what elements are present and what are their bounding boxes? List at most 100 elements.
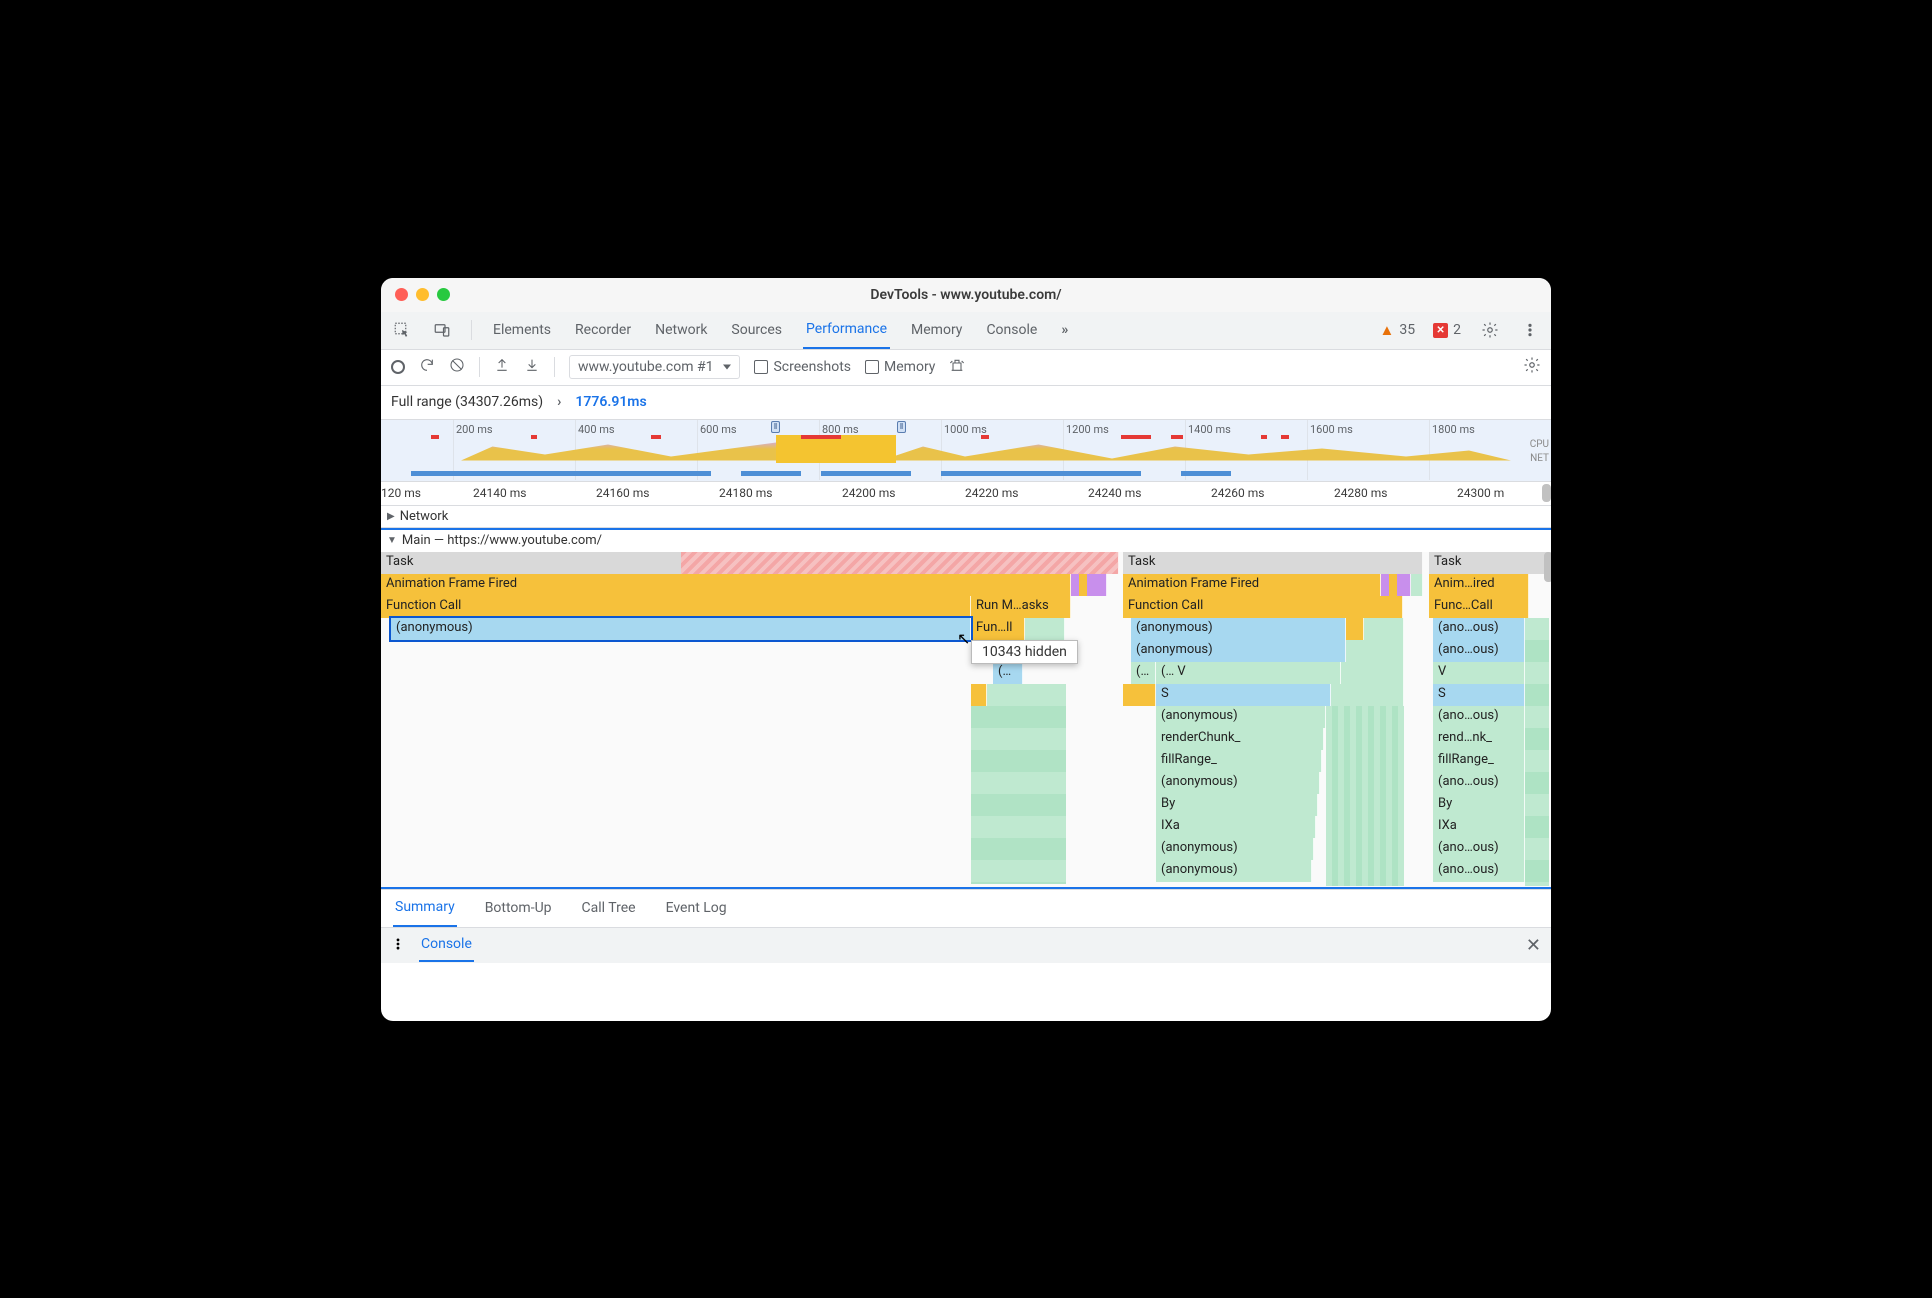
flame-function-call[interactable]: Function Call <box>381 596 971 618</box>
flame-seg[interactable]: (ano…ous) <box>1433 706 1525 728</box>
flame-seg[interactable]: V <box>1433 662 1525 684</box>
flame-seg[interactable] <box>1331 684 1404 706</box>
tab-bottom-up[interactable]: Bottom-Up <box>483 890 554 926</box>
flame-task[interactable]: Task <box>1123 552 1423 574</box>
flame-selected-anonymous[interactable]: (anonymous) <box>391 618 971 640</box>
clear-button[interactable] <box>449 357 465 377</box>
flame-task[interactable]: Task <box>1429 552 1549 574</box>
overview-marker[interactable]: ‖ <box>897 421 906 433</box>
main-track-header[interactable]: ▼ Main — https://www.youtube.com/ <box>381 530 1551 552</box>
flame-chart[interactable]: Task Animation Frame Fired Function Call… <box>381 552 1551 887</box>
flame-seg[interactable]: (ano…ous) <box>1433 860 1525 882</box>
flame-seg[interactable] <box>971 684 987 706</box>
errors-count: 2 <box>1453 322 1461 338</box>
flame-seg[interactable]: IXa <box>1433 816 1525 838</box>
flame-stack[interactable] <box>1326 706 1404 886</box>
flame-seg[interactable]: (ano…ous) <box>1433 640 1525 662</box>
flame-seg[interactable] <box>1397 574 1411 596</box>
flame-seg[interactable] <box>1346 618 1364 640</box>
flame-seg[interactable]: (anonymous) <box>1156 706 1326 728</box>
flame-seg[interactable]: (ano…ous) <box>1433 772 1525 794</box>
tab-call-tree[interactable]: Call Tree <box>580 890 638 926</box>
warnings-badge[interactable]: ▲ 35 <box>1380 321 1416 339</box>
flame-seg[interactable]: (anonymous) <box>1131 618 1346 640</box>
ruler-scroll-thumb[interactable] <box>1542 484 1551 502</box>
network-track-header[interactable]: ▶ Network <box>381 506 1551 528</box>
flame-seg[interactable]: (ano…ous) <box>1433 838 1525 860</box>
flame-seg[interactable]: S <box>1433 684 1525 706</box>
tab-performance[interactable]: Performance <box>803 311 890 349</box>
timeline-ruler[interactable]: 120 ms 24140 ms 24160 ms 24180 ms 24200 … <box>381 482 1551 506</box>
drawer-console-tab[interactable]: Console <box>419 928 474 962</box>
close-traffic-icon[interactable] <box>395 288 408 301</box>
minimize-traffic-icon[interactable] <box>416 288 429 301</box>
settings-gear-icon[interactable] <box>1479 319 1501 341</box>
flame-seg[interactable]: (anonymous) <box>1156 860 1312 882</box>
profile-select[interactable]: www.youtube.com #1 <box>569 355 740 379</box>
zoom-traffic-icon[interactable] <box>437 288 450 301</box>
flame-seg[interactable]: IXa <box>1156 816 1316 838</box>
flame-aff[interactable]: Anim…ired <box>1429 574 1529 596</box>
errors-badge[interactable]: ✕ 2 <box>1433 322 1461 338</box>
flame-run-microtasks[interactable]: Run M…asks <box>971 596 1071 618</box>
flame-seg[interactable] <box>1346 640 1404 662</box>
flame-seg[interactable]: (ano…ous) <box>1433 618 1525 640</box>
flame-long-task[interactable] <box>681 552 1119 574</box>
panel-settings-gear-icon[interactable] <box>1523 356 1541 378</box>
flame-seg[interactable] <box>1341 662 1404 684</box>
flame-stack[interactable] <box>1525 618 1549 886</box>
tab-elements[interactable]: Elements <box>490 312 554 348</box>
flame-seg[interactable] <box>1411 574 1423 596</box>
record-button[interactable] <box>391 360 405 374</box>
tab-summary[interactable]: Summary <box>393 889 457 927</box>
screenshots-checkbox[interactable]: Screenshots <box>754 359 851 375</box>
overview-marker[interactable]: ‖ <box>771 421 780 433</box>
flame-stack[interactable] <box>971 684 1066 884</box>
flame-seg[interactable] <box>1095 574 1107 596</box>
download-icon[interactable] <box>524 357 540 377</box>
flame-seg[interactable] <box>1123 684 1156 706</box>
device-toggle-icon[interactable] <box>431 319 453 341</box>
garbage-collect-icon[interactable] <box>949 357 965 377</box>
drawer-close-icon[interactable]: ✕ <box>1526 935 1541 956</box>
flame-seg[interactable]: Fun…ll <box>971 618 1025 640</box>
tab-event-log[interactable]: Event Log <box>664 890 729 926</box>
flame-seg[interactable]: (… <box>993 662 1023 684</box>
flame-seg[interactable]: fillRange_ <box>1433 750 1525 772</box>
more-tabs-icon[interactable]: » <box>1058 312 1071 348</box>
upload-icon[interactable] <box>494 357 510 377</box>
flame-seg[interactable]: By <box>1433 794 1525 816</box>
flame-seg[interactable]: By <box>1156 794 1318 816</box>
overview-strip[interactable]: 200 ms 400 ms 600 ms 800 ms 1000 ms 1200… <box>381 420 1551 482</box>
selected-range-label[interactable]: 1776.91ms <box>575 394 646 410</box>
drawer-kebab-icon[interactable] <box>391 936 405 955</box>
flame-aff[interactable]: Animation Frame Fired <box>381 574 1071 596</box>
kebab-menu-icon[interactable] <box>1519 319 1541 341</box>
tab-recorder[interactable]: Recorder <box>572 312 634 348</box>
memory-checkbox[interactable]: Memory <box>865 359 935 375</box>
flame-seg[interactable]: renderChunk_ <box>1156 728 1324 750</box>
flame-seg[interactable]: rend…nk_ <box>1433 728 1525 750</box>
flame-seg[interactable] <box>1364 618 1404 640</box>
flame-seg[interactable] <box>1025 618 1065 640</box>
reload-button[interactable] <box>419 357 435 377</box>
flame-seg[interactable]: (… <box>1131 662 1156 684</box>
tab-console[interactable]: Console <box>983 312 1040 348</box>
flame-scroll-thumb[interactable] <box>1544 552 1551 582</box>
flame-seg[interactable]: (… V <box>1156 662 1341 684</box>
tab-memory[interactable]: Memory <box>908 312 965 348</box>
tab-network[interactable]: Network <box>652 312 710 348</box>
flame-aff[interactable]: Animation Frame Fired <box>1123 574 1381 596</box>
flame-seg[interactable]: (anonymous) <box>1156 772 1320 794</box>
flame-function-call[interactable]: Function Call <box>1123 596 1403 618</box>
flame-seg[interactable]: S <box>1156 684 1331 706</box>
flame-seg[interactable]: (anonymous) <box>1131 640 1346 662</box>
tab-sources[interactable]: Sources <box>728 312 785 348</box>
ruler-tick: 24180 ms <box>719 486 772 500</box>
flame-function-call[interactable]: Func…Call <box>1429 596 1529 618</box>
inspect-icon[interactable] <box>391 319 413 341</box>
flame-seg[interactable]: fillRange_ <box>1156 750 1322 772</box>
titlebar[interactable]: DevTools - www.youtube.com/ <box>381 278 1551 312</box>
flame-seg[interactable]: (anonymous) <box>1156 838 1314 860</box>
full-range-label[interactable]: Full range (34307.26ms) <box>391 394 543 410</box>
